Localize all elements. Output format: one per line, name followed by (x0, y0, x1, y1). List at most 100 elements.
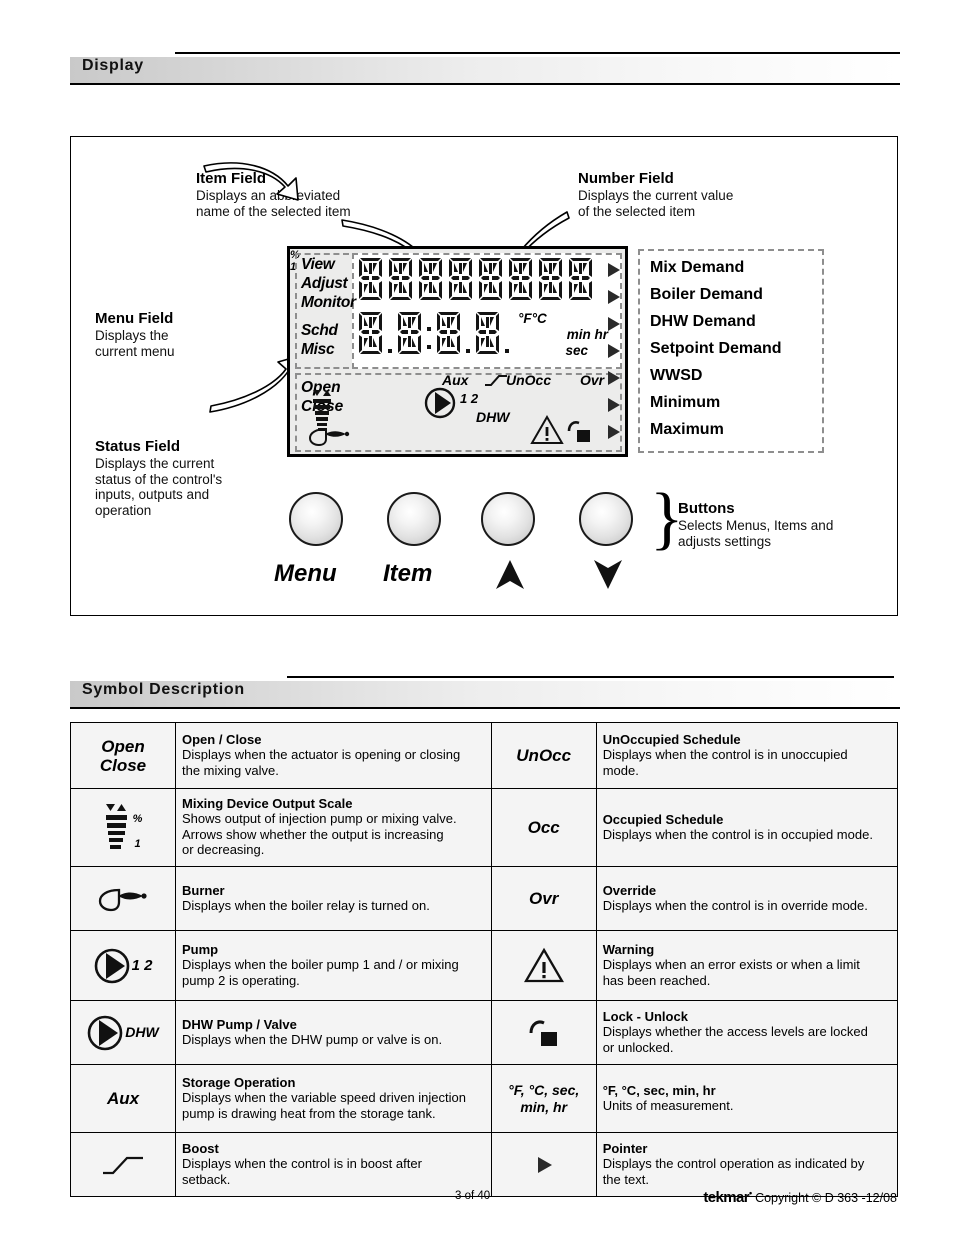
menu-button[interactable] (289, 492, 343, 546)
lcd-display: View Adjust Monitor Schd Misc Open Close… (287, 246, 628, 457)
lcd-decimal-point (465, 311, 471, 355)
callout-menu-field-desc: Displays the current menu (95, 328, 175, 359)
symbol-description-cell: Burner Displays when the boiler relay is … (175, 866, 492, 931)
lcd-item-character (447, 257, 474, 301)
lcd-number-character (396, 311, 423, 355)
lcd-item-character (537, 257, 564, 301)
callout-status-field-desc: Displays the current status of the contr… (95, 456, 223, 518)
mixing-scale-percent: % (132, 812, 143, 825)
mixing-scale-icon: % 1 (71, 802, 175, 854)
symbol-description-body: Displays when the control is in override… (602, 897, 868, 913)
down-button[interactable] (579, 492, 633, 546)
seven-segment-character (359, 312, 382, 354)
lcd-number-character (435, 311, 462, 355)
symbol-description-title: Override (602, 882, 657, 898)
symbol-description-cell: UnOccupied Schedule Displays when the con… (595, 722, 899, 789)
up-button[interactable] (481, 492, 535, 546)
symbol-description-title: Pointer (602, 1141, 648, 1156)
seven-segment-character (359, 258, 382, 300)
symbol-cell: UnOcc (490, 722, 597, 789)
table-row: Aux Storage Operation Displays when the va… (70, 1064, 899, 1133)
symbol-cell (70, 866, 176, 931)
symbol-icon-group: DHW (71, 1015, 175, 1051)
lcd-status-dhw: DHW (476, 409, 510, 425)
footer-page-number: 3 of 40 (455, 1190, 491, 1202)
callout-number-field: Number Field Displays the current value … (578, 170, 733, 219)
callout-menu-field: Menu Field Displays the current menu (95, 310, 175, 359)
symbol-cell (70, 1132, 176, 1197)
symbol-description-title: Warning (602, 942, 655, 957)
symbol-description-body: Units of measurement. (602, 1097, 734, 1113)
symbol-description-cell: Override Displays when the control is in … (595, 866, 899, 931)
lcd-menu-word-schd: Schd (301, 322, 338, 339)
lcd-unit-degf: °F (518, 311, 532, 326)
pointer-icon (608, 371, 620, 385)
lcd-item-character (357, 257, 384, 301)
lcd-colon-separator (426, 311, 432, 355)
symbol-description-cell: Open / Close Displays when the actuator i… (175, 722, 492, 789)
pointer-icon (608, 317, 620, 331)
symbol-cell: Occ (490, 788, 597, 867)
pointer-icon (608, 398, 620, 412)
symbol-cell: DHW (70, 1000, 176, 1065)
seven-segment-character (509, 258, 532, 300)
symbol-description-body: Displays when the actuator is opening or… (182, 747, 461, 778)
demand-label-maximum: Maximum (650, 421, 724, 438)
symbol-cell (490, 930, 597, 1001)
seven-segment-character (398, 312, 421, 354)
demand-label-dhw: DHW Demand (650, 313, 756, 330)
pointer-icon (608, 344, 620, 358)
symbol-description-body: Displays when the boiler pump 1 and / or… (182, 957, 459, 988)
demand-label-setpoint: Setpoint Demand (650, 340, 782, 357)
demand-label-mix: Mix Demand (650, 259, 745, 276)
tekmar-logo: tekmar• (703, 1188, 752, 1206)
header-bar (70, 57, 900, 85)
lcd-menu-words: View Adjust Monitor Schd Misc (301, 255, 356, 359)
lcd-item-character (477, 257, 504, 301)
callout-number-field-title: Number Field (578, 170, 674, 187)
symbol-cell (490, 1132, 597, 1197)
symbol-text: Ovr (529, 889, 559, 908)
symbol-description-cell: Lock - Unlock Displays whether the access… (595, 1000, 899, 1065)
symbol-description-cell: Occupied Schedule Displays when the contr… (595, 788, 899, 867)
symbol-description-title: Lock - Unlock (602, 1009, 688, 1024)
seven-segment-character (437, 312, 460, 354)
lcd-menu-word-misc: Misc (301, 341, 335, 358)
symbol-cell: Ovr (490, 866, 597, 931)
demand-label-minimum: Minimum (650, 394, 721, 411)
table-row: Boost Displays when the control is in boo… (70, 1132, 899, 1197)
seven-segment-character (389, 258, 412, 300)
table-row: Open Close Open / Close Displays when the … (70, 722, 899, 789)
item-button[interactable] (387, 492, 441, 546)
demand-label-boiler: Boiler Demand (650, 286, 763, 303)
symbol-cell (490, 1000, 597, 1065)
seven-segment-character (479, 258, 502, 300)
symbol-description-body: Displays the control operation as indica… (602, 1156, 865, 1187)
down-arrow-icon (594, 560, 622, 589)
symbol-icon-group: 1 2 (71, 948, 175, 984)
lcd-unit-degc: °C (531, 311, 547, 326)
mixing-scale-one: 1 (134, 837, 141, 850)
symbol-icon-label: DHW (125, 1024, 159, 1040)
pointer-icon (608, 263, 620, 277)
header-top-rule (287, 676, 894, 678)
symbol-description-cell: DHW Pump / Valve Displays when the DHW pu… (175, 1000, 492, 1065)
lcd-unit-min: min (566, 327, 591, 342)
symbol-text: Aux (106, 1089, 140, 1108)
demand-label-wwsd: WWSD (650, 367, 703, 384)
lcd-status-pump-numbers: 1 2 (460, 391, 479, 406)
symbol-description-body: Displays when the DHW pump or valve is o… (182, 1031, 443, 1047)
symbol-description-cell: Boost Displays when the control is in boo… (175, 1132, 492, 1197)
symbol-description-cell: Pointer Displays the control operation as… (595, 1132, 899, 1197)
callout-status-field-title: Status Field (95, 438, 181, 455)
symbol-description-title: Mixing Device Output Scale (182, 796, 353, 812)
symbol-description-title: Occupied Schedule (602, 811, 724, 827)
symbol-cell: Open Close (70, 722, 176, 789)
seven-segment-character (419, 258, 442, 300)
item-button-label: Item (383, 560, 433, 587)
lock-unlock-icon (567, 421, 590, 442)
lcd-number-character (357, 311, 384, 355)
table-row: DHW DHW Pump / Valve Displays when the DHW… (70, 1000, 899, 1065)
symbol-description-body: Displays when the control is in unoccupi… (602, 747, 848, 778)
table-row: Burner Displays when the boiler relay is … (70, 866, 899, 931)
